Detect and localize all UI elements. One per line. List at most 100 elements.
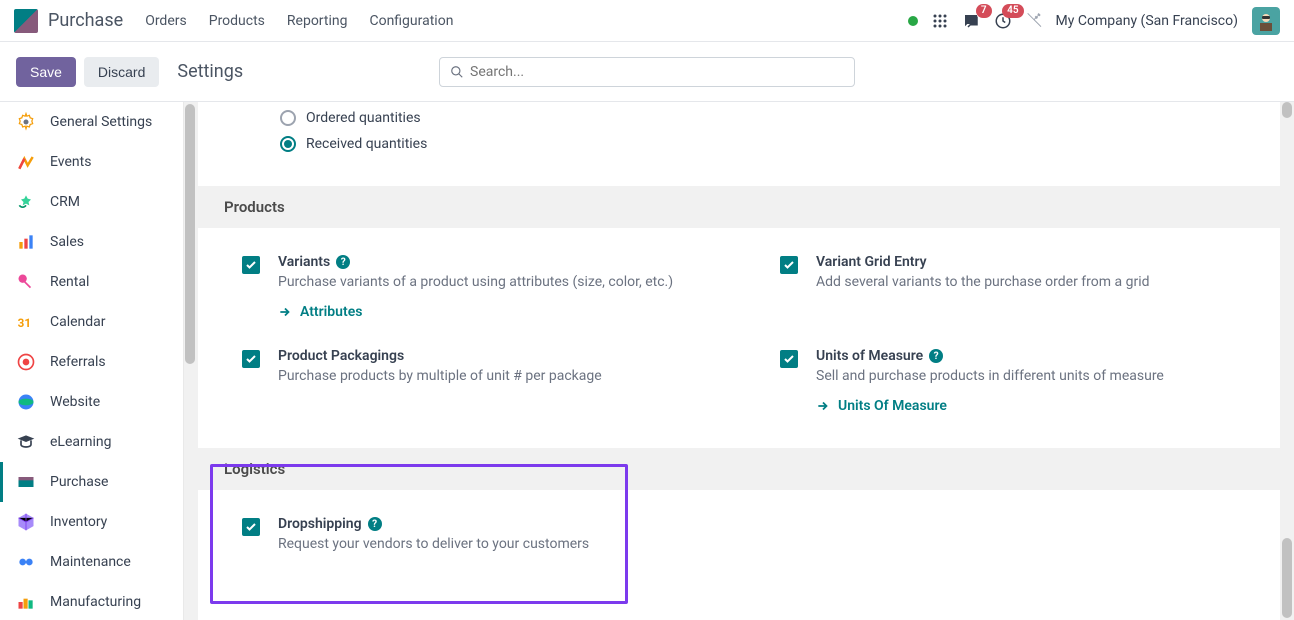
sidebar-item-label: Referrals xyxy=(50,354,106,370)
sidebar-item-label: General Settings xyxy=(50,114,152,130)
sidebar-item-crm[interactable]: CRM xyxy=(0,182,197,222)
nav-reporting[interactable]: Reporting xyxy=(287,13,348,29)
help-icon[interactable]: ? xyxy=(929,349,943,363)
sidebar-item-general-settings[interactable]: General Settings xyxy=(0,102,197,142)
setting-title: Variants xyxy=(278,254,330,270)
app-title[interactable]: Purchase xyxy=(48,10,123,31)
checkbox-variant-grid[interactable] xyxy=(780,256,798,274)
sidebar-scrollbar[interactable] xyxy=(183,102,197,620)
sidebar-item-label: Purchase xyxy=(50,474,108,490)
sidebar-item-sales[interactable]: Sales xyxy=(0,222,197,262)
nav-menu: Orders Products Reporting Configuration xyxy=(145,13,453,29)
referrals-icon xyxy=(16,352,36,372)
search-input[interactable] xyxy=(470,64,844,80)
svg-text:31: 31 xyxy=(18,316,31,330)
setting-title: Variant Grid Entry xyxy=(816,254,927,270)
page-title: Settings xyxy=(177,61,243,82)
activities-icon[interactable]: 45 xyxy=(994,12,1012,30)
sales-icon xyxy=(16,232,36,252)
sidebar-item-rental[interactable]: Rental xyxy=(0,262,197,302)
help-icon[interactable]: ? xyxy=(368,517,382,531)
sidebar-item-inventory[interactable]: Inventory xyxy=(0,502,197,542)
messages-icon[interactable]: 7 xyxy=(962,12,980,30)
sidebar-item-elearning[interactable]: eLearning xyxy=(0,422,197,462)
calendar-icon: 31 xyxy=(16,312,36,332)
link-attributes[interactable]: Attributes xyxy=(278,304,726,320)
setting-uom: Units of Measure ? Sell and purchase pro… xyxy=(746,344,1284,438)
topbar-right: 7 45 My Company (San Francisco) xyxy=(908,7,1280,35)
radio-icon xyxy=(280,136,296,152)
setting-desc: Add several variants to the purchase ord… xyxy=(816,274,1264,290)
sidebar-item-maintenance[interactable]: Maintenance xyxy=(0,542,197,582)
sidebar-item-label: Maintenance xyxy=(50,554,131,570)
main: General Settings Events CRM Sales Rental… xyxy=(0,102,1294,620)
inventory-icon xyxy=(16,512,36,532)
discard-button[interactable]: Discard xyxy=(84,57,159,87)
action-bar: Save Discard Settings xyxy=(0,42,1294,102)
top-navbar: Purchase Orders Products Reporting Confi… xyxy=(0,0,1294,42)
setting-dropshipping: Dropshipping ? Request your vendors to d… xyxy=(208,512,746,576)
sidebar-item-website[interactable]: Website xyxy=(0,382,197,422)
help-icon[interactable]: ? xyxy=(336,255,350,269)
nav-products[interactable]: Products xyxy=(209,13,265,29)
company-name[interactable]: My Company (San Francisco) xyxy=(1056,13,1238,29)
setting-desc: Sell and purchase products in different … xyxy=(816,368,1264,384)
debug-icon[interactable] xyxy=(1026,13,1042,29)
bill-control-radios: Ordered quantities Received quantities xyxy=(198,102,1294,186)
setting-desc: Request your vendors to deliver to your … xyxy=(278,536,726,552)
content-scrollbar[interactable] xyxy=(1280,102,1294,620)
sidebar-item-label: CRM xyxy=(50,194,80,210)
sidebar-item-label: Website xyxy=(50,394,100,410)
setting-title: Dropshipping xyxy=(278,516,362,532)
sidebar-item-label: Sales xyxy=(50,234,84,250)
content: Ordered quantities Received quantities P… xyxy=(198,102,1294,620)
events-icon xyxy=(16,152,36,172)
nav-orders[interactable]: Orders xyxy=(145,13,187,29)
avatar[interactable] xyxy=(1252,7,1280,35)
setting-title: Units of Measure xyxy=(816,348,923,364)
sidebar-item-referrals[interactable]: Referrals xyxy=(0,342,197,382)
sidebar-item-label: Rental xyxy=(50,274,89,290)
status-indicator-icon xyxy=(908,16,918,26)
sidebar-item-label: Inventory xyxy=(50,514,107,530)
setting-variant-grid: Variant Grid Entry Add several variants … xyxy=(746,250,1284,344)
sidebar-item-manufacturing[interactable]: Manufacturing xyxy=(0,582,197,620)
sidebar-item-purchase[interactable]: Purchase xyxy=(0,462,197,502)
activities-badge: 45 xyxy=(1002,4,1023,18)
search-icon xyxy=(450,65,464,79)
rental-icon xyxy=(16,272,36,292)
radio-received[interactable]: Received quantities xyxy=(280,136,1294,152)
setting-desc: Purchase products by multiple of unit # … xyxy=(278,368,726,384)
section-header-products: Products xyxy=(198,186,1294,228)
sidebar-item-label: eLearning xyxy=(50,434,111,450)
setting-packagings: Product Packagings Purchase products by … xyxy=(208,344,746,438)
arrow-right-icon xyxy=(278,305,292,319)
maintenance-icon xyxy=(16,552,36,572)
sidebar-item-calendar[interactable]: 31 Calendar xyxy=(0,302,197,342)
link-uom[interactable]: Units Of Measure xyxy=(816,398,1264,414)
sidebar-item-events[interactable]: Events xyxy=(0,142,197,182)
sidebar-item-label: Events xyxy=(50,154,91,170)
setting-desc: Purchase variants of a product using att… xyxy=(278,274,726,290)
crm-icon xyxy=(16,192,36,212)
manufacturing-icon xyxy=(16,592,36,612)
radio-ordered[interactable]: Ordered quantities xyxy=(280,110,1294,126)
purchase-icon xyxy=(16,472,36,492)
sidebar: General Settings Events CRM Sales Rental… xyxy=(0,102,198,620)
nav-configuration[interactable]: Configuration xyxy=(369,13,453,29)
checkbox-variants[interactable] xyxy=(242,256,260,274)
setting-variants: Variants ? Purchase variants of a produc… xyxy=(208,250,746,344)
dialpad-icon[interactable] xyxy=(932,13,948,29)
radio-label: Ordered quantities xyxy=(306,110,421,126)
checkbox-uom[interactable] xyxy=(780,350,798,368)
search-box[interactable] xyxy=(439,57,855,87)
checkbox-dropshipping[interactable] xyxy=(242,518,260,536)
app-logo[interactable] xyxy=(14,9,38,33)
messages-badge: 7 xyxy=(976,4,992,18)
sidebar-item-label: Calendar xyxy=(50,314,106,330)
radio-icon xyxy=(280,110,296,126)
website-icon xyxy=(16,392,36,412)
elearning-icon xyxy=(16,432,36,452)
checkbox-packagings[interactable] xyxy=(242,350,260,368)
save-button[interactable]: Save xyxy=(16,57,76,87)
